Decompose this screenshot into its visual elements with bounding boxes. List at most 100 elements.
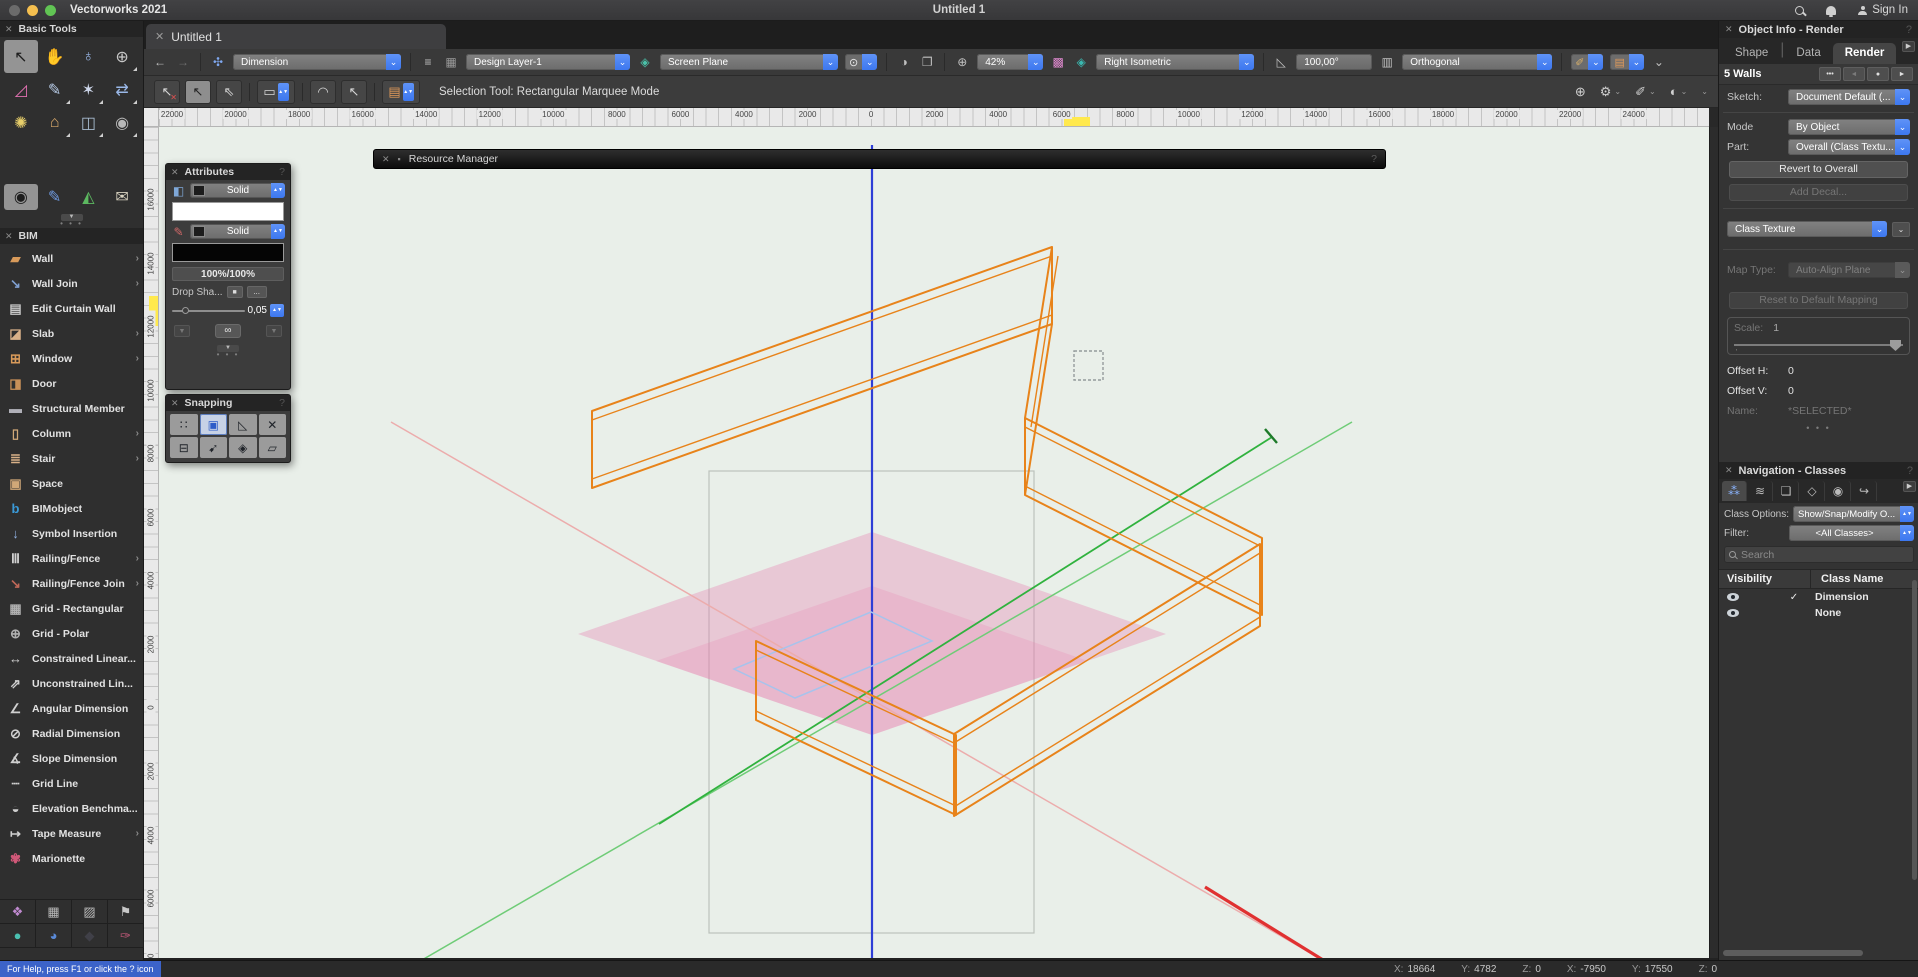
visibility-eye-icon[interactable]	[1727, 593, 1739, 601]
next-object-button[interactable]: ►	[1891, 67, 1913, 81]
opacity-button[interactable]: 100%/100%	[172, 267, 284, 281]
stepper-icon[interactable]: ▲▼	[270, 304, 284, 317]
class-search-box[interactable]	[1724, 546, 1914, 563]
snap-to-intersection[interactable]: ✕	[259, 414, 287, 435]
snap-to-object[interactable]: ▣	[200, 414, 228, 435]
flyover-tool[interactable]: ♁	[72, 40, 106, 73]
close-icon[interactable]: ✕	[1725, 24, 1733, 35]
bim-tool-slab[interactable]: ◪Slab›	[0, 321, 143, 346]
view-bar-camera-button[interactable]: ⊙⌄	[845, 54, 877, 70]
scale-slider[interactable]: '	[1734, 344, 1903, 346]
working-plane-icon[interactable]: ◈	[637, 55, 653, 69]
bim-tool-elevation-benchmark[interactable]: ◒Elevation Benchma...	[0, 796, 143, 821]
attribute-tool-4[interactable]: ⚑	[108, 900, 144, 924]
snap-to-distance[interactable]: ⊟	[170, 437, 198, 458]
canvas-vertical-scrollbar[interactable]	[1709, 127, 1718, 958]
object-info-header[interactable]: ✕ Object Info - Render ?	[1719, 21, 1918, 38]
pen-tool[interactable]: ✎	[38, 184, 72, 210]
mode-bar-overflow-icon[interactable]: ⌄	[1701, 87, 1708, 96]
bim-tool-grid-line[interactable]: ┈Grid Line	[0, 771, 143, 796]
marquee-mode-button[interactable]: ▭▲▼	[257, 80, 295, 104]
close-icon[interactable]: ✕	[1725, 465, 1733, 476]
bim-tool-column[interactable]: ▯Column›	[0, 421, 143, 446]
dimension-tool-set[interactable]: ◿	[4, 73, 38, 106]
attribute-tool-8[interactable]: ✑	[108, 924, 144, 948]
interactive-scaling-button[interactable]: ↖	[185, 80, 211, 104]
bim-tool-wall-join[interactable]: ↘Wall Join›	[0, 271, 143, 296]
tab-shape[interactable]: Shape	[1723, 43, 1780, 64]
layers-icon[interactable]: ≡	[420, 55, 436, 69]
pen-color-swatch[interactable]	[172, 243, 284, 262]
pen-icon[interactable]: ✎	[171, 225, 186, 239]
design-layers-tab[interactable]: ≋	[1748, 481, 1773, 501]
bim-tool-space[interactable]: ▣Space	[0, 471, 143, 496]
options-button[interactable]: •••	[1819, 67, 1841, 81]
offset-v-field[interactable]: 0	[1788, 385, 1794, 397]
offset-h-field[interactable]: 0	[1788, 365, 1794, 377]
close-icon[interactable]: ✕	[5, 24, 13, 35]
attribute-tool-6[interactable]: ◕	[36, 924, 72, 948]
visibility-column-header[interactable]: Visibility	[1719, 570, 1811, 588]
resize-handle[interactable]: • • •	[217, 353, 240, 357]
layer-dropdown[interactable]: Design Layer-1⌄	[466, 54, 630, 70]
pan-tool[interactable]: ✋	[38, 40, 72, 73]
nav-horizontal-scrollbar[interactable]	[1723, 950, 1863, 956]
bim-tool-angular-dimension[interactable]: ∠Angular Dimension	[0, 696, 143, 721]
references-tab[interactable]: ↪	[1852, 481, 1877, 501]
zoom-tool[interactable]: ⊕	[105, 40, 139, 73]
navigation-header[interactable]: ✕ Navigation - Classes ?	[1719, 462, 1918, 479]
attribute-mapping-tool[interactable]: ◭	[72, 184, 106, 210]
bim-tool-railing-fence-join[interactable]: ↘Railing/Fence Join›	[0, 571, 143, 596]
fill-style-dropdown[interactable]: Solid ▲▼	[190, 183, 285, 198]
window-controls[interactable]	[9, 5, 56, 16]
projection-dropdown[interactable]: Orthogonal⌄	[1402, 54, 1552, 70]
stepper-icon[interactable]: ▲▼	[271, 224, 285, 239]
resize-handle[interactable]: • • •	[60, 222, 83, 226]
reset-mapping-button[interactable]: Reset to Default Mapping	[1729, 292, 1908, 309]
wall-selection-mode-button[interactable]: ▤▲▼	[382, 80, 420, 104]
fill-color-swatch[interactable]	[172, 202, 284, 221]
pen-style-dropdown[interactable]: Solid ▲▼	[190, 224, 285, 239]
stepper-icon[interactable]: ▲▼	[271, 183, 285, 198]
class-name-column-header[interactable]: Class Name	[1811, 573, 1883, 585]
filter-dropdown[interactable]: <All Classes>▲▼	[1789, 525, 1914, 541]
visualization-tool[interactable]: ✺	[4, 106, 38, 139]
bim-tool-railing-fence[interactable]: ⅢRailing/Fence›	[0, 546, 143, 571]
panel-expand-icon[interactable]: ▶	[1902, 41, 1915, 52]
drop-shadow-toggle[interactable]: ■	[227, 286, 243, 298]
current-object-button[interactable]: ●	[1867, 67, 1889, 81]
bim-tool-grid-polar[interactable]: ⊕Grid - Polar	[0, 621, 143, 646]
spotlight-search-icon[interactable]	[1795, 6, 1804, 15]
bim-tool-wall[interactable]: ▰Wall›	[0, 246, 143, 271]
help-icon[interactable]: ?	[1371, 153, 1377, 165]
resource-manager-bar[interactable]: ✕ ▪ Resource Manager ?	[373, 149, 1386, 169]
fill-bucket-icon[interactable]: ◧	[171, 184, 186, 198]
help-icon[interactable]: ?	[1906, 24, 1912, 36]
viewports-tab[interactable]: ◇	[1800, 481, 1825, 501]
pages-icon[interactable]: ❐	[919, 55, 935, 69]
multiple-selection-button[interactable]: ⇖	[216, 80, 242, 104]
layer-plane-icon[interactable]: ▩	[1050, 55, 1066, 69]
attribute-tool-3[interactable]: ▨	[72, 900, 108, 924]
right-dropdown-button[interactable]: ▼	[266, 325, 282, 337]
name-field[interactable]: *SELECTED*	[1788, 405, 1852, 417]
revert-to-overall-button[interactable]: Revert to Overall	[1729, 161, 1908, 178]
bim-tool-edit-curtain-wall[interactable]: ▤Edit Curtain Wall	[0, 296, 143, 321]
eyedropper-tool[interactable]: ✉	[105, 184, 139, 210]
bim-tool-constrained-linear[interactable]: ↔Constrained Linear...	[0, 646, 143, 671]
palette-collapse-strip[interactable]: ▼ • • •	[0, 212, 143, 228]
map-type-dropdown[interactable]: Auto-Align Plane⌄	[1788, 262, 1910, 278]
visibility-tool[interactable]: ◉	[4, 184, 38, 210]
render-options-button[interactable]: ✐⌄	[1635, 84, 1656, 100]
bim-tool-unconstrained-linear[interactable]: ⇗Unconstrained Lin...	[0, 671, 143, 696]
sheet-layers-tab[interactable]: ❏	[1774, 481, 1799, 501]
plane-dropdown[interactable]: Screen Plane⌄	[660, 54, 838, 70]
unified-view-icon[interactable]: ◈	[1073, 55, 1089, 69]
snapping-header[interactable]: ✕ Snapping ?	[166, 395, 290, 411]
slider-thumb[interactable]	[1890, 340, 1901, 351]
sign-in-button[interactable]: Sign In	[1858, 4, 1908, 16]
bim-tool-tape-measure[interactable]: ↦Tape Measure›	[0, 821, 143, 846]
line-weight-slider[interactable]	[172, 310, 245, 312]
saved-views-icon[interactable]: ✣	[210, 55, 226, 69]
slider-knob[interactable]	[182, 307, 189, 314]
